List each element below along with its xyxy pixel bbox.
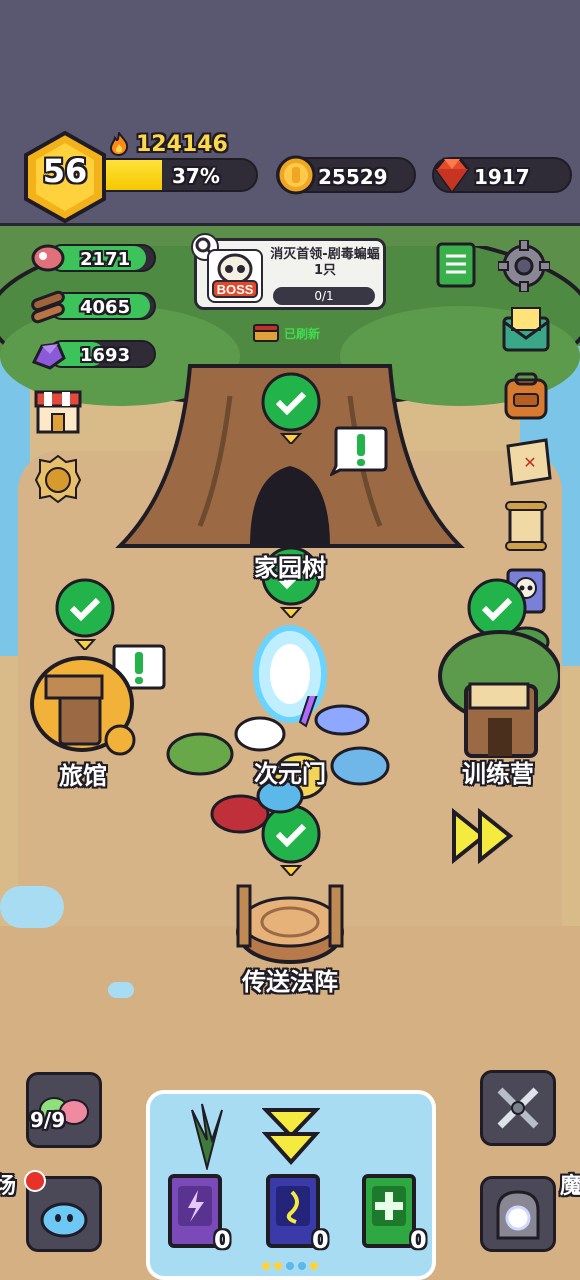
- gem-display[interactable]: 1917: [432, 157, 572, 194]
- meat-icon: [31, 244, 65, 272]
- teleport-circle-stump[interactable]: [230, 876, 350, 966]
- wood-value: 4065: [80, 297, 131, 318]
- flame-icon: [109, 132, 129, 156]
- inn-label: 旅馆: [59, 762, 107, 790]
- plant-decoration: [191, 1103, 223, 1170]
- expand-arrow-icon[interactable]: [262, 1106, 320, 1166]
- gold-coin-icon: [276, 155, 316, 195]
- alert-bubble-tree[interactable]: [330, 426, 388, 476]
- boss-badge-text: BOSS: [217, 282, 254, 297]
- svg-text:✕: ✕: [523, 453, 536, 472]
- portal-label: 次元门: [254, 760, 326, 788]
- xp-fill: [106, 160, 162, 190]
- left-edge-label: 场: [0, 1174, 17, 1199]
- blue-slime-icon: [40, 1202, 88, 1238]
- quest-title: 消灭首领-剧毒蝙蝠1只: [270, 247, 380, 278]
- power-value: 124146: [136, 131, 228, 157]
- boss-skull-icon: BOSS: [207, 249, 263, 303]
- red-gem-icon: [434, 157, 470, 194]
- purple-book-count: 0: [214, 1226, 231, 1254]
- training-camp-building[interactable]: [430, 626, 560, 766]
- green-book-icon[interactable]: [434, 240, 478, 290]
- training-label: 训练营: [462, 760, 534, 788]
- puddle: [0, 886, 64, 928]
- blue-book-count: 0: [312, 1226, 329, 1254]
- quest-card[interactable]: BOSS 消灭首领-剧毒蝙蝠1只 0/1: [191, 233, 386, 310]
- notification-dot: [24, 1170, 46, 1192]
- treasure-map-icon[interactable]: ✕: [502, 436, 554, 488]
- check-bubble-tree[interactable]: [260, 372, 322, 444]
- fast-forward-icon[interactable]: [450, 806, 516, 868]
- quest-progress: 0/1: [273, 287, 375, 305]
- xp-percent: 37%: [172, 164, 220, 188]
- shop-icon[interactable]: [32, 384, 84, 436]
- right-edge-label: 魔: [560, 1174, 580, 1199]
- scroll-icon[interactable]: [500, 500, 552, 552]
- stone-portal-icon: [496, 1190, 540, 1240]
- teleport-label: 传送法阵: [242, 968, 338, 996]
- wood-logs-icon: [31, 290, 65, 324]
- meat-value: 2171: [80, 249, 131, 270]
- top-hud: 56 124146 37% 25529 1917: [0, 0, 580, 226]
- green-book-count: 0: [410, 1226, 427, 1254]
- check-bubble-inn[interactable]: [54, 578, 116, 650]
- treasure-chest-icon: [253, 324, 279, 342]
- crown-medal-icon[interactable]: [32, 452, 84, 504]
- battle-button[interactable]: [480, 1070, 556, 1146]
- book-page-dots: [262, 1262, 322, 1270]
- inn-building[interactable]: [22, 646, 142, 756]
- player-level: 56: [42, 152, 88, 190]
- ore-value: 1693: [80, 345, 131, 366]
- backpack-icon[interactable]: [500, 370, 552, 422]
- wood-bar[interactable]: 4065: [31, 290, 156, 324]
- puddle: [108, 982, 134, 998]
- gold-value: 25529: [318, 165, 388, 189]
- crossed-swords-icon: [497, 1087, 539, 1129]
- xp-bar: 37%: [104, 158, 258, 192]
- tree-label: 家园树: [254, 554, 326, 582]
- ore-bar[interactable]: 1693: [31, 340, 156, 370]
- mail-icon[interactable]: [500, 304, 552, 356]
- refresh-text: 已刷新: [284, 326, 321, 341]
- refresh-tag: 已刷新: [252, 322, 320, 344]
- gear-icon[interactable]: [498, 240, 550, 292]
- purple-ore-icon: [31, 342, 66, 370]
- portal-gate-button[interactable]: [480, 1176, 556, 1252]
- meat-bar[interactable]: 2171: [31, 244, 156, 272]
- gem-value: 1917: [474, 165, 530, 189]
- power-display: 124146: [108, 131, 228, 157]
- slime-count: 9/9: [30, 1108, 66, 1132]
- gold-display[interactable]: 25529: [276, 155, 416, 195]
